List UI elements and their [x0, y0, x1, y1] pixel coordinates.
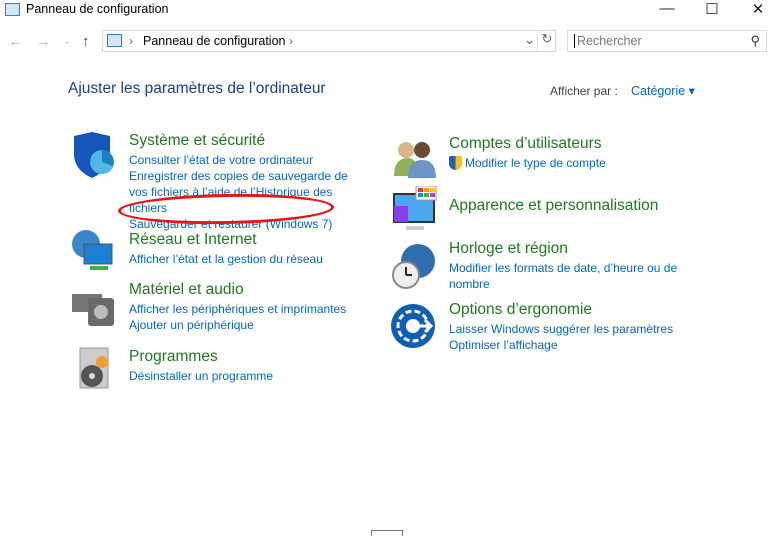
category-title[interactable]: Système et sécurité	[129, 132, 369, 150]
appearance-icon[interactable]	[392, 185, 438, 232]
link-add-device[interactable]: Ajouter un périphérique	[129, 317, 346, 333]
window-title: Panneau de configuration	[26, 2, 169, 16]
category-title[interactable]: Options d’ergonomie	[449, 301, 673, 319]
ease-of-access-icon[interactable]	[391, 303, 437, 349]
printer-speaker-icon[interactable]	[70, 280, 116, 326]
search-placeholder: Rechercher	[574, 34, 642, 48]
search-icon[interactable]: ⚲	[750, 33, 760, 49]
category-ease-of-access: Options d’ergonomie Laisser Windows sugg…	[449, 301, 673, 353]
partial-taskbar-item	[371, 530, 403, 536]
link-date-formats[interactable]: Modifier les formats de date, d’heure ou…	[449, 260, 719, 292]
link-uninstall-program[interactable]: Désinstaller un programme	[129, 368, 273, 384]
view-by-dropdown[interactable]: Catégorie ▾	[631, 83, 695, 98]
address-bar[interactable]: › Panneau de configuration › ⌄ ↻	[102, 30, 556, 52]
minimize-button[interactable]: —	[652, 0, 682, 17]
link-devices-printers[interactable]: Afficher les périphériques et imprimante…	[129, 301, 346, 317]
recent-locations-button[interactable]: ⌄	[63, 36, 71, 47]
link-network-status[interactable]: Afficher l’état et la gestion du réseau	[129, 251, 323, 267]
forward-button[interactable]: →	[36, 33, 51, 50]
category-network: Réseau et Internet Afficher l’état et la…	[129, 231, 323, 267]
address-dropdown-button[interactable]: ⌄	[524, 32, 535, 48]
up-button[interactable]: ↑	[82, 33, 90, 50]
category-programs: Programmes Désinstaller un programme	[129, 348, 273, 384]
category-title[interactable]: Comptes d’utilisateurs	[449, 135, 606, 153]
category-title[interactable]: Horloge et région	[449, 240, 719, 258]
control-panel-icon	[5, 3, 20, 16]
search-input[interactable]: Rechercher ⚲	[567, 30, 767, 52]
category-user-accounts: Comptes d’utilisateurs Modifier le type …	[449, 135, 606, 171]
link-optimize-display[interactable]: Optimiser l’affichage	[449, 337, 673, 353]
network-globe-icon[interactable]	[70, 228, 116, 274]
link-view-status[interactable]: Consulter l’état de votre ordinateur	[129, 152, 369, 168]
category-title[interactable]: Matériel et audio	[129, 281, 346, 299]
shield-security-icon[interactable]	[70, 132, 116, 178]
breadcrumb-separator[interactable]: ›	[289, 34, 293, 48]
control-panel-icon	[107, 34, 122, 47]
refresh-button[interactable]: ↻	[537, 31, 556, 51]
category-hardware-sound: Matériel et audio Afficher les périphéri…	[129, 281, 346, 333]
category-appearance: Apparence et personnalisation	[449, 197, 658, 217]
user-accounts-icon[interactable]	[392, 136, 438, 182]
maximize-button[interactable]: ☐	[697, 0, 727, 18]
link-let-windows-suggest[interactable]: Laisser Windows suggérer les paramètres	[449, 321, 673, 337]
category-clock-region: Horloge et région Modifier les formats d…	[449, 240, 719, 292]
breadcrumb-separator: ›	[129, 34, 133, 48]
close-button[interactable]: ✕	[743, 0, 773, 18]
breadcrumb-control-panel[interactable]: Panneau de configuration	[143, 34, 285, 48]
uac-shield-icon	[449, 156, 462, 170]
category-title[interactable]: Apparence et personnalisation	[449, 197, 658, 215]
category-title[interactable]: Programmes	[129, 348, 273, 366]
link-change-account-type[interactable]: Modifier le type de compte	[449, 155, 606, 171]
programs-icon[interactable]	[74, 346, 120, 392]
clock-region-icon[interactable]	[390, 243, 436, 289]
view-by-label: Afficher par :	[550, 84, 618, 98]
link-label: Modifier le type de compte	[465, 156, 606, 170]
back-button[interactable]: ←	[8, 33, 23, 50]
page-title: Ajuster les paramètres de l’ordinateur	[68, 80, 326, 97]
category-title[interactable]: Réseau et Internet	[129, 231, 323, 249]
